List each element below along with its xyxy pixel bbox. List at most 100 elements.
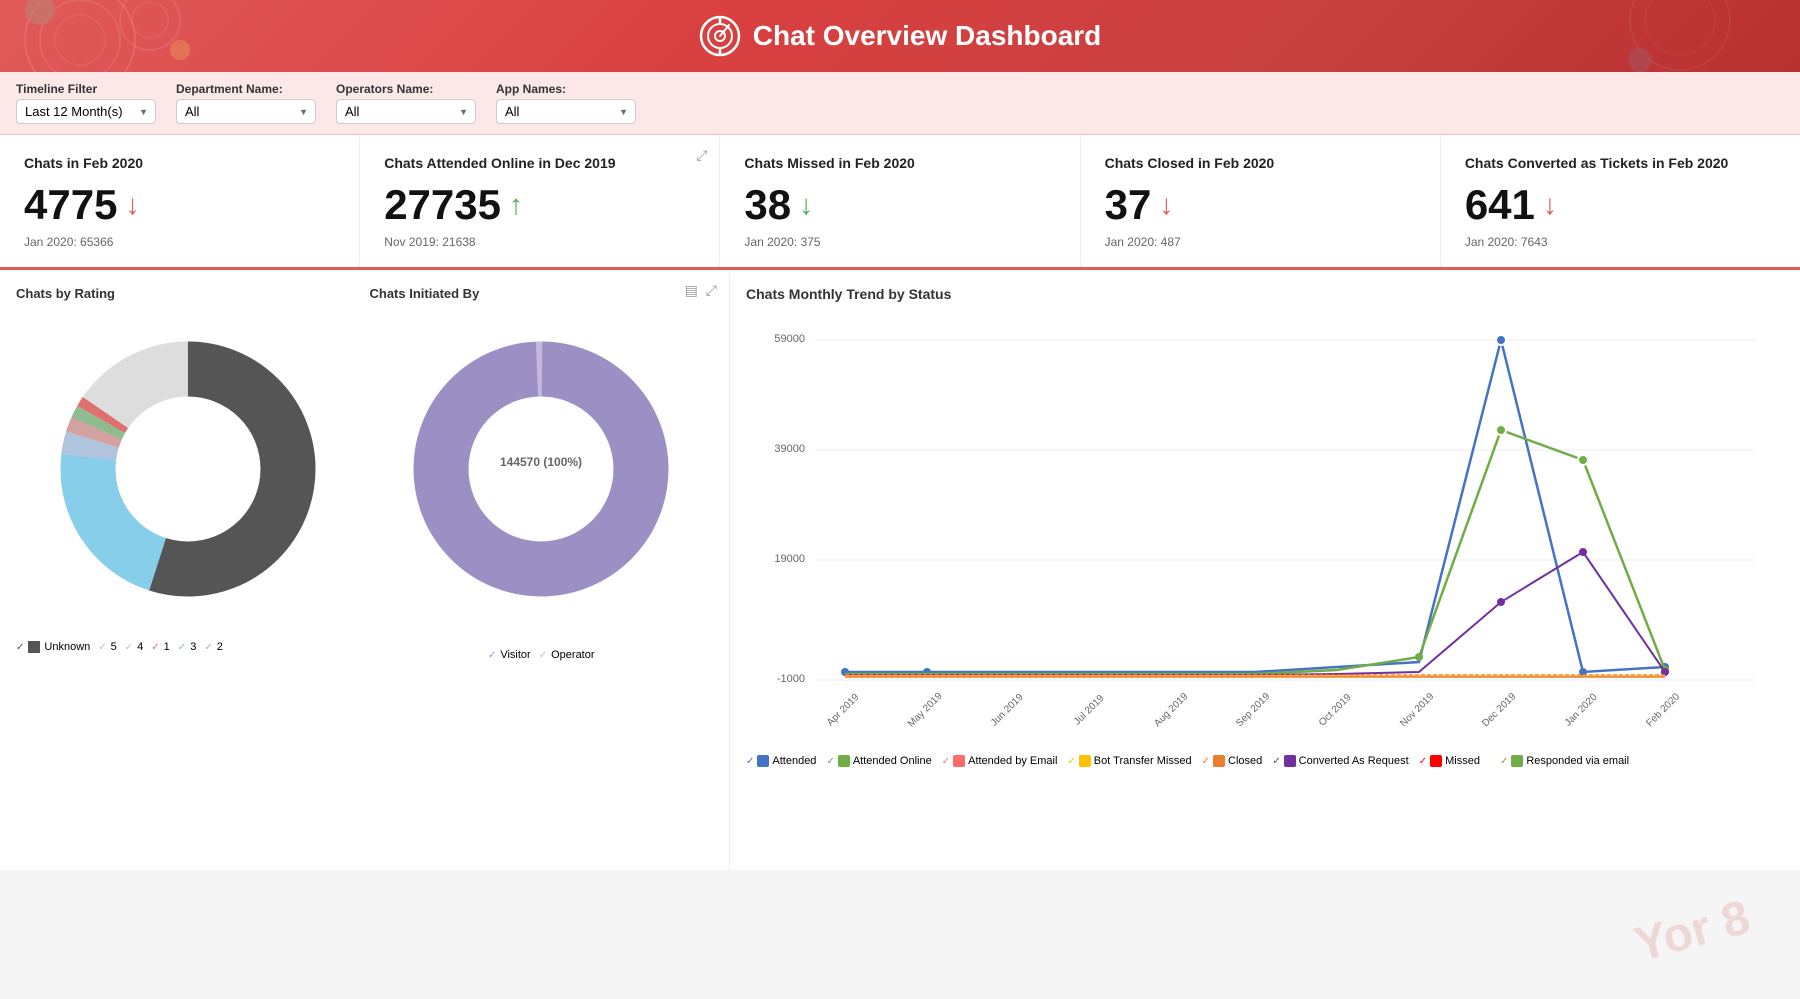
- svg-text:39000: 39000: [774, 443, 805, 455]
- filters-bar: Timeline Filter Last 12 Month(s) Departm…: [0, 72, 1800, 135]
- legend-label-converted: Converted As Request: [1299, 755, 1409, 767]
- kpi-arrow-missed: ↓: [799, 191, 813, 219]
- kpi-card-closed: Chats Closed in Feb 2020 37 ↓ Jan 2020: …: [1081, 135, 1441, 267]
- timeline-filter-label: Timeline Filter: [16, 82, 156, 96]
- kpi-arrow-tickets: ↓: [1543, 191, 1557, 219]
- initiated-chart-panel: Chats Initiated By 144570 (100%): [370, 286, 714, 661]
- kpi-prev-attended-online: Nov 2019: 21638: [384, 235, 695, 249]
- kpi-value-chats: 4775: [24, 181, 117, 229]
- legend-item-operator: ✓ Operator: [539, 649, 595, 661]
- svg-text:Jun 2019: Jun 2019: [989, 691, 1026, 728]
- legend-label-5: 5: [111, 641, 117, 653]
- right-chart-panel: Chats Monthly Trend by Status 59000 3900…: [730, 270, 1800, 870]
- legend-label-4: 4: [137, 641, 143, 653]
- legend-attended: ✓ Attended: [746, 755, 816, 767]
- legend-item-3: ✓ 3: [178, 641, 197, 653]
- kpi-title-tickets: Chats Converted as Tickets in Feb 2020: [1465, 155, 1776, 171]
- kpi-card-chats: Chats in Feb 2020 4775 ↓ Jan 2020: 65366: [0, 135, 360, 267]
- department-filter-select[interactable]: All: [176, 99, 316, 124]
- legend-item-visitor: ✓ Visitor: [488, 649, 531, 661]
- legend-label-visitor: Visitor: [500, 649, 530, 661]
- kpi-card-attended-online: ⤢ Chats Attended Online in Dec 2019 2773…: [360, 135, 720, 267]
- svg-text:-1000: -1000: [777, 673, 805, 685]
- legend-item-4: ✓ 4: [125, 641, 144, 653]
- kpi-value-closed: 37: [1105, 181, 1152, 229]
- kpi-title-chats: Chats in Feb 2020: [24, 155, 335, 171]
- svg-text:Jan 2020: Jan 2020: [1563, 691, 1600, 728]
- legend-missed: ✓ Missed: [1419, 755, 1480, 767]
- initiated-donut-svg: 144570 (100%): [401, 329, 681, 609]
- svg-text:Nov 2019: Nov 2019: [1398, 691, 1436, 729]
- operators-filter-group: Operators Name: All: [336, 82, 476, 124]
- svg-text:Jul 2019: Jul 2019: [1072, 693, 1107, 728]
- expand-icon-attended[interactable]: ⤢: [696, 147, 707, 164]
- rating-chart-panel: Chats by Rating: [16, 286, 360, 661]
- appnames-filter-group: App Names: All: [496, 82, 636, 124]
- kpi-value-tickets: 641: [1465, 181, 1535, 229]
- legend-label-responded-email: Responded via email: [1526, 755, 1629, 767]
- kpi-arrow-attended-online: ↑: [509, 191, 523, 219]
- rating-legend: ✓ Unknown ✓ 5 ✓ 4 ✓ 1: [16, 641, 360, 653]
- kpi-title-closed: Chats Closed in Feb 2020: [1105, 155, 1416, 171]
- legend-label-missed: Missed: [1445, 755, 1480, 767]
- dashboard-icon: [699, 15, 741, 57]
- trend-chart-svg: 59000 39000 19000 -1000 Apr 2019 May 201…: [746, 312, 1784, 742]
- initiated-legend: ✓ Visitor ✓ Operator: [370, 649, 714, 661]
- svg-text:Apr 2019: Apr 2019: [825, 692, 862, 729]
- kpi-value-attended-online: 27735: [384, 181, 501, 229]
- legend-label-unknown: Unknown: [44, 641, 90, 653]
- legend-label-bot-transfer: Bot Transfer Missed: [1094, 755, 1192, 767]
- rating-donut-svg: [48, 329, 328, 609]
- operators-filter-select[interactable]: All: [336, 99, 476, 124]
- appnames-filter-label: App Names:: [496, 82, 636, 96]
- kpi-card-missed: Chats Missed in Feb 2020 38 ↓ Jan 2020: …: [720, 135, 1080, 267]
- legend-label-1: 1: [164, 641, 170, 653]
- timeline-filter-group: Timeline Filter Last 12 Month(s): [16, 82, 156, 124]
- department-filter-group: Department Name: All: [176, 82, 316, 124]
- rating-donut-container: [16, 309, 360, 629]
- watermark: Yor 8: [1628, 890, 1755, 973]
- kpi-arrow-closed: ↓: [1159, 191, 1173, 219]
- expand-chart-icon[interactable]: ⤢: [706, 282, 717, 299]
- left-charts-panel: ▤ ⤢ Chats by Rating: [0, 270, 730, 870]
- legend-responded-email: ✓ Responded via email: [1500, 755, 1629, 767]
- bar-chart-icon[interactable]: ▤: [685, 282, 698, 299]
- kpi-title-attended-online: Chats Attended Online in Dec 2019: [384, 155, 695, 171]
- legend-item-5: ✓ 5: [98, 641, 117, 653]
- legend-label-3: 3: [190, 641, 196, 653]
- kpi-section: Chats in Feb 2020 4775 ↓ Jan 2020: 65366…: [0, 135, 1800, 270]
- legend-closed: ✓ Closed: [1202, 755, 1263, 767]
- legend-label-attended-email: Attended by Email: [968, 755, 1057, 767]
- appnames-filter-select[interactable]: All: [496, 99, 636, 124]
- legend-converted: ✓ Converted As Request: [1272, 755, 1408, 767]
- donuts-row: Chats by Rating: [16, 286, 713, 661]
- svg-text:59000: 59000: [774, 333, 805, 345]
- svg-text:Feb 2020: Feb 2020: [1644, 691, 1682, 729]
- legend-label-attended: Attended: [772, 755, 816, 767]
- svg-text:May 2019: May 2019: [906, 691, 945, 730]
- kpi-title-missed: Chats Missed in Feb 2020: [744, 155, 1055, 171]
- svg-text:19000: 19000: [774, 553, 805, 565]
- initiated-chart-title: Chats Initiated By: [370, 286, 714, 301]
- kpi-value-missed: 38: [744, 181, 791, 229]
- kpi-prev-closed: Jan 2020: 487: [1105, 235, 1416, 249]
- legend-label-attended-online: Attended Online: [853, 755, 932, 767]
- legend-item-1: ✓ 1: [151, 641, 170, 653]
- header-decoration-right: [1620, 0, 1740, 72]
- svg-text:Dec 2019: Dec 2019: [1480, 691, 1518, 729]
- svg-text:Sep 2019: Sep 2019: [1234, 691, 1272, 729]
- initiated-donut-container: 144570 (100%): [370, 309, 714, 629]
- legend-attended-online: ✓ Attended Online: [826, 755, 931, 767]
- header-title: Chat Overview Dashboard: [699, 15, 1102, 57]
- trend-chart-legend: ✓ Attended ✓ Attended Online ✓ Attended …: [746, 755, 1784, 767]
- header: Chat Overview Dashboard: [0, 0, 1800, 72]
- timeline-filter-select[interactable]: Last 12 Month(s): [16, 99, 156, 124]
- chart-controls: ▤ ⤢: [685, 282, 717, 299]
- rating-chart-title: Chats by Rating: [16, 286, 360, 301]
- trend-chart-title: Chats Monthly Trend by Status: [746, 286, 1784, 302]
- legend-label-2: 2: [217, 641, 223, 653]
- legend-item-unknown: ✓ Unknown: [16, 641, 90, 653]
- department-filter-label: Department Name:: [176, 82, 316, 96]
- legend-label-operator: Operator: [551, 649, 594, 661]
- legend-label-closed: Closed: [1228, 755, 1262, 767]
